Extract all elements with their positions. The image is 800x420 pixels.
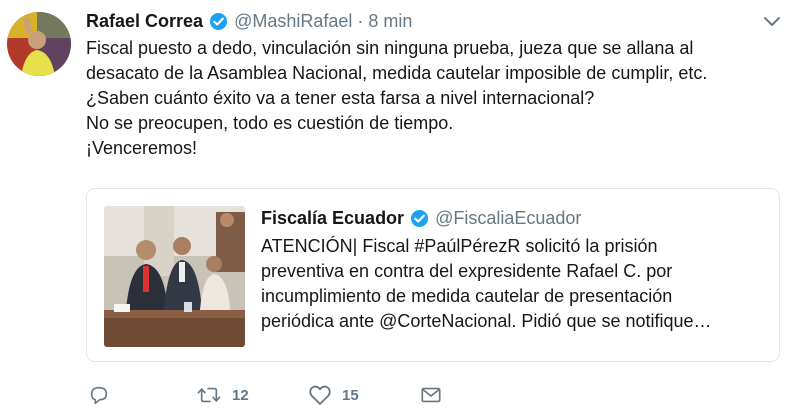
reply-button[interactable] <box>88 380 110 410</box>
quoted-tweet-text: ATENCIÓN| Fiscal #PaúlPérezR solicitó la… <box>261 234 771 334</box>
tweet-text-line: desacato de la Asamblea Nacional, medida… <box>86 63 708 83</box>
author-name[interactable]: Rafael Correa <box>86 11 203 32</box>
quoted-text-line: periódica ante @CorteNacional. Pidió que… <box>261 311 712 331</box>
tweet-text-line: No se preocupen, todo es cuestión de tie… <box>86 113 454 133</box>
tweet-text-line: ¿Saben cuánto éxito va a tener esta fars… <box>86 88 595 108</box>
retweet-count: 12 <box>232 386 249 404</box>
direct-message-button[interactable] <box>420 380 442 410</box>
author-handle[interactable]: @MashiRafael <box>234 11 352 32</box>
like-count: 15 <box>342 386 359 404</box>
verified-icon <box>209 12 228 31</box>
quoted-tweet[interactable]: Fiscalía Ecuador @FiscaliaEcuador ATENCI… <box>86 188 780 362</box>
quoted-text-line: ATENCIÓN| Fiscal #PaúlPérezR solicitó la… <box>261 236 658 256</box>
timestamp[interactable]: 8 min <box>368 11 412 32</box>
tweet-text: Fiscal puesto a dedo, vinculación sin ni… <box>86 36 786 161</box>
quoted-author-handle[interactable]: @FiscaliaEcuador <box>435 208 581 229</box>
verified-icon <box>410 209 429 228</box>
quoted-text-line: incumplimiento de medida cautelar de pre… <box>261 286 673 306</box>
tweet-actions: 12 15 <box>86 380 486 410</box>
quoted-tweet-header: Fiscalía Ecuador @FiscaliaEcuador <box>261 205 581 231</box>
tweet-text-line: Fiscal puesto a dedo, vinculación sin ni… <box>86 38 694 58</box>
tweet-text-line: ¡Venceremos! <box>86 138 198 158</box>
reply-icon <box>90 386 108 405</box>
tweet-header: Rafael Correa @MashiRafael · 8 min <box>86 8 412 34</box>
quoted-tweet-photo[interactable] <box>104 206 245 347</box>
envelope-icon <box>421 387 441 403</box>
retweet-button[interactable]: 12 <box>196 380 249 410</box>
like-button[interactable]: 15 <box>308 380 359 410</box>
separator: · <box>357 10 364 31</box>
heart-icon <box>309 385 331 405</box>
chevron-down-icon[interactable] <box>762 14 782 30</box>
avatar-image <box>7 12 71 76</box>
courtroom-photo <box>104 206 245 347</box>
quoted-text-line: preventiva en contra del expresidente Ra… <box>261 261 673 281</box>
quoted-author-name[interactable]: Fiscalía Ecuador <box>261 208 404 229</box>
retweet-icon <box>197 387 221 403</box>
avatar[interactable] <box>7 12 71 76</box>
